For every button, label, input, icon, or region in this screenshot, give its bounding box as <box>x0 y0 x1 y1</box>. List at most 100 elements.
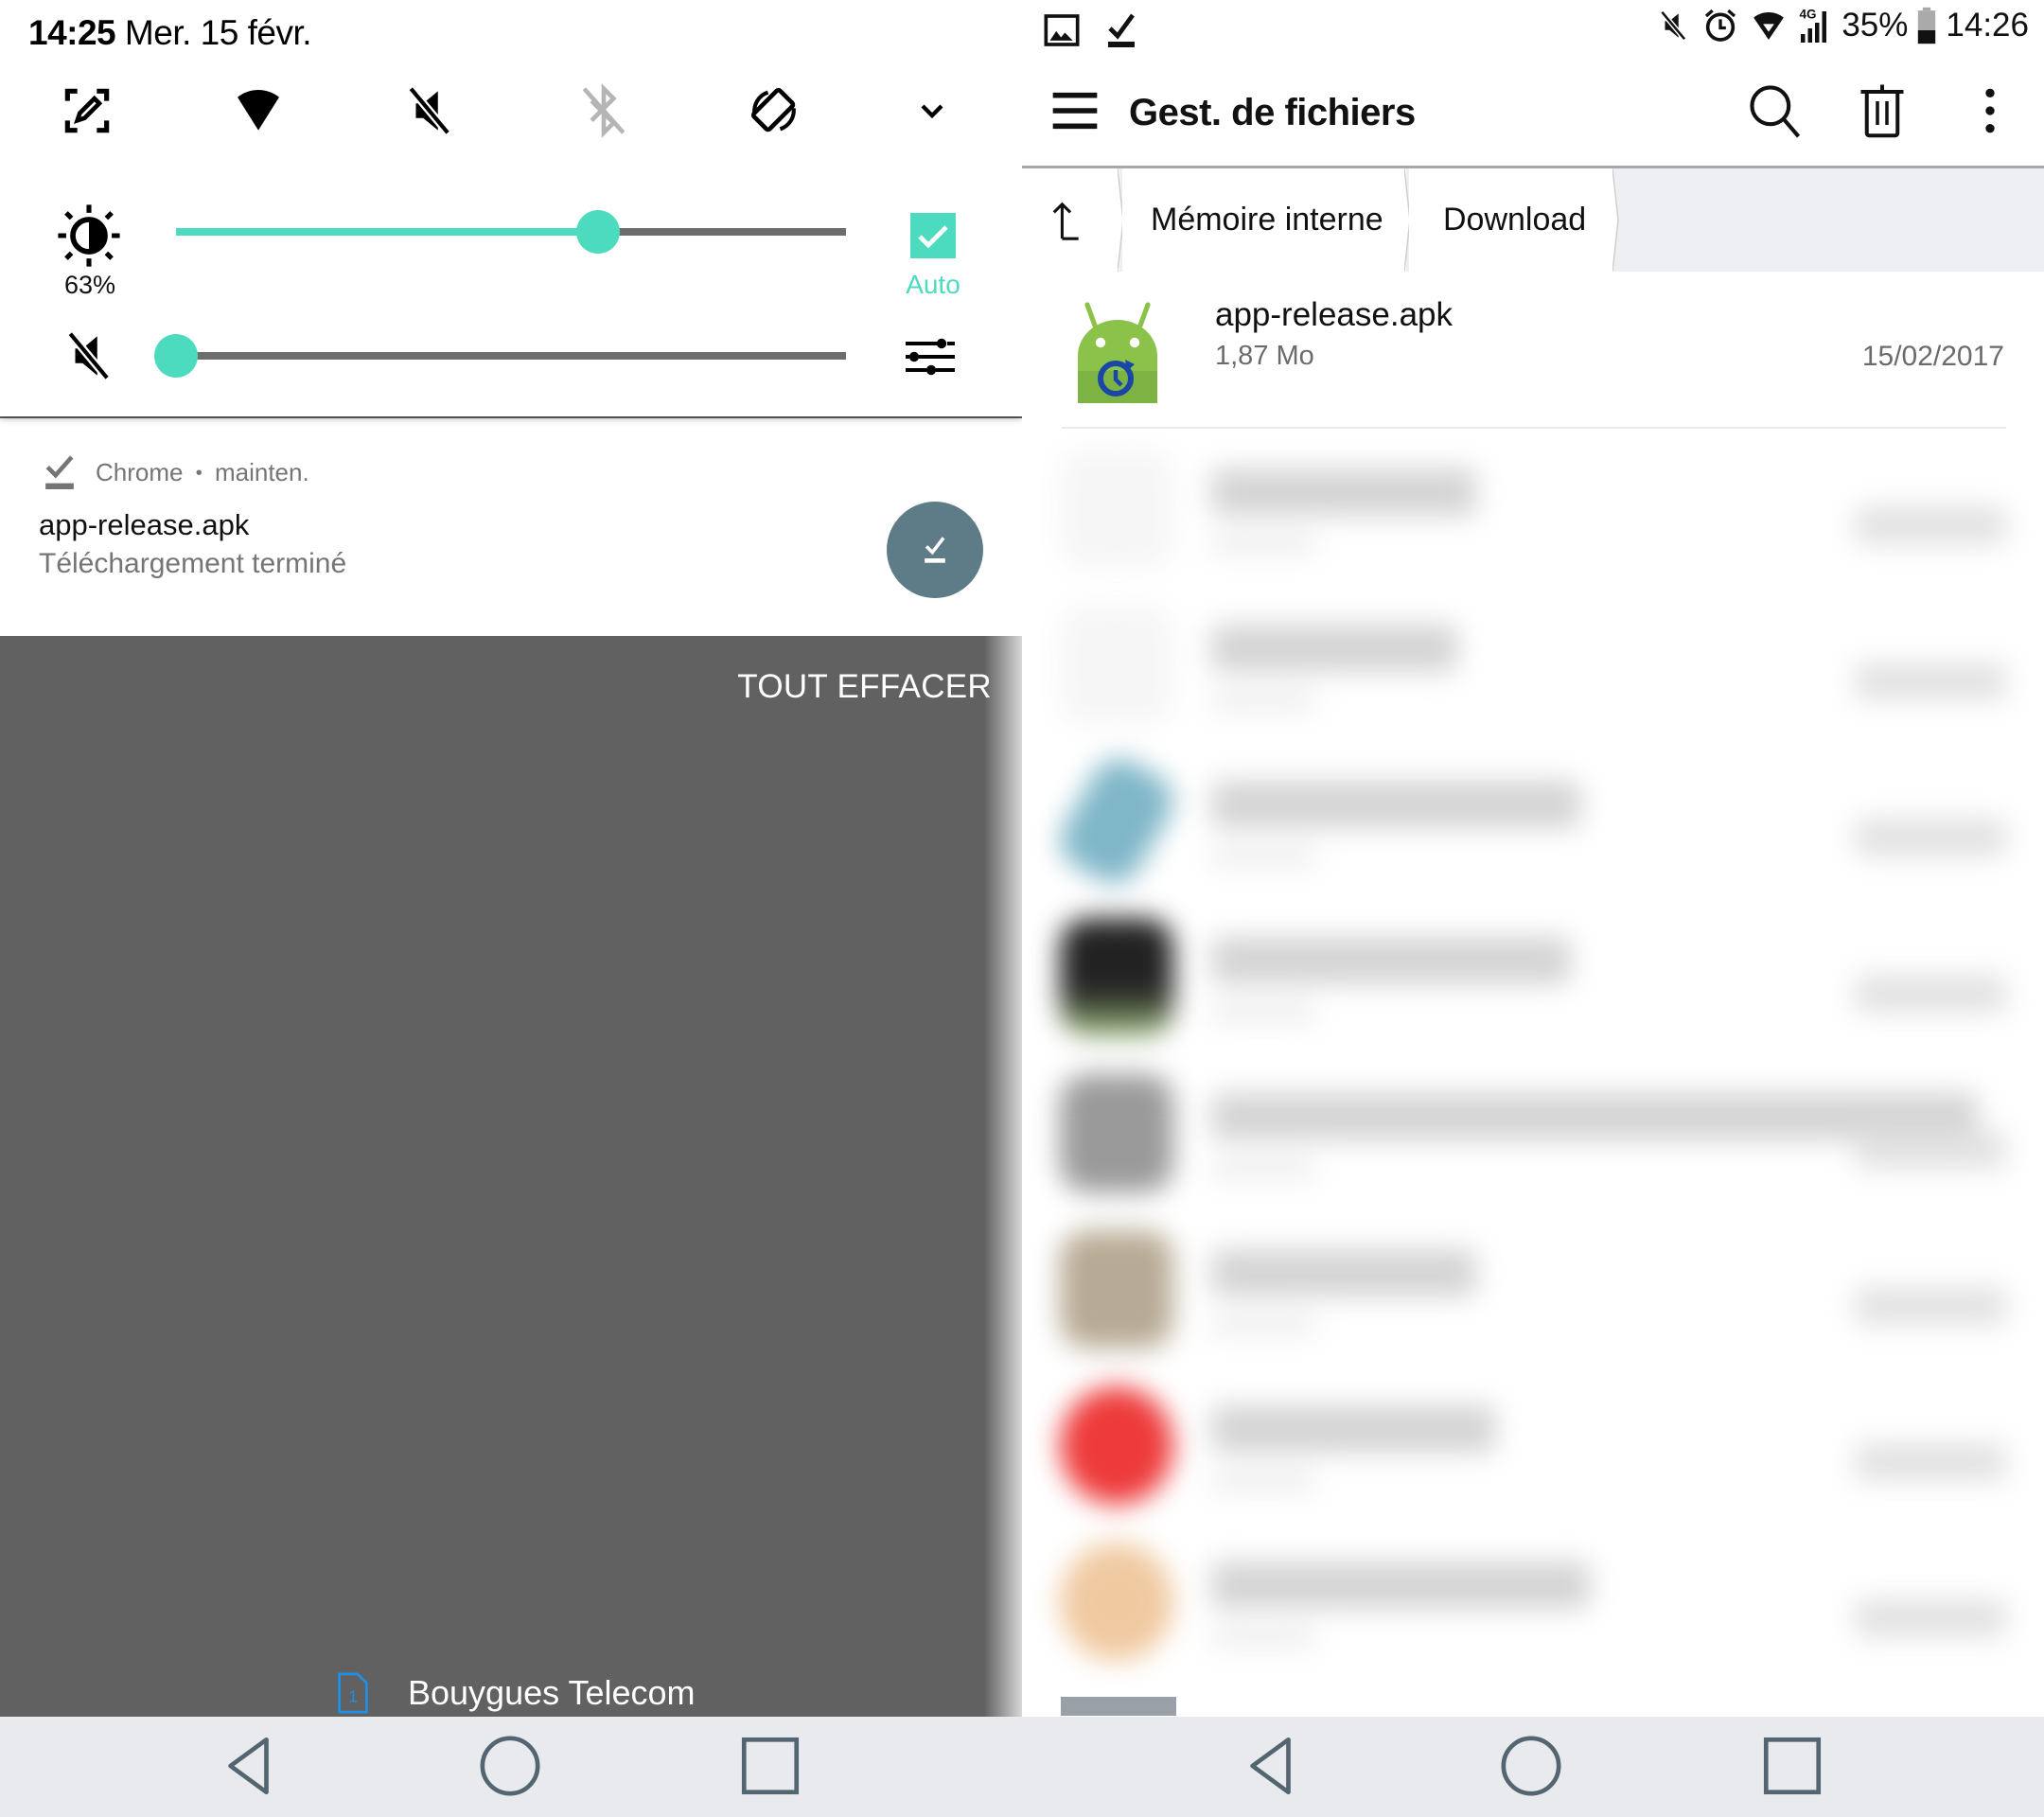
blurred-text <box>1855 1287 2006 1325</box>
carrier-name: Bouygues Telecom <box>408 1673 696 1712</box>
breadcrumb: Mémoire interne Download <box>1022 166 2044 272</box>
home-button[interactable] <box>477 1733 543 1799</box>
blurred-text <box>1211 535 1315 554</box>
blurred-file-item[interactable] <box>1022 743 2044 899</box>
network-type: 4G <box>1800 8 1817 22</box>
nav-bar <box>0 1717 1022 1817</box>
blurred-text <box>1211 781 1580 828</box>
tile-wifi[interactable] <box>225 78 291 144</box>
app-title: Gest. de fichiers <box>1129 92 1416 133</box>
file-name: app-release.apk <box>1215 296 1453 333</box>
wifi-icon <box>1753 12 1785 40</box>
status-time: 14:26 <box>1946 7 2029 44</box>
up-folder-button[interactable] <box>1022 168 1119 272</box>
notification-open-button[interactable] <box>887 502 983 598</box>
blurred-text <box>1211 691 1315 710</box>
blurred-text <box>1855 1599 2006 1637</box>
blurred-text <box>1855 819 2006 856</box>
nav-bar <box>1022 1717 2044 1817</box>
brightness-slider[interactable] <box>176 208 846 256</box>
slider-track <box>176 352 846 360</box>
blurred-file-item[interactable] <box>1022 1367 2044 1524</box>
breadcrumb-label: Mémoire interne <box>1151 202 1383 238</box>
crumb-separator <box>1612 168 1619 272</box>
blurred-file-item[interactable] <box>1022 1524 2044 1680</box>
recents-button[interactable] <box>737 1733 803 1799</box>
recents-button[interactable] <box>1759 1733 1825 1799</box>
expand-settings-button[interactable] <box>899 78 965 144</box>
blurred-file-icon <box>1060 918 1173 1036</box>
blurred-file-item[interactable] <box>1022 1055 2044 1211</box>
breadcrumb-item[interactable]: Mémoire interne <box>1122 168 1406 272</box>
slider-fill <box>176 228 599 236</box>
notification-app: Chrome <box>96 458 184 486</box>
sim-slot-number: 1 <box>348 1687 358 1706</box>
status-bar-notifications <box>1043 11 1137 49</box>
blurred-file-item[interactable] <box>1022 587 2044 743</box>
notification-subtitle: Téléchargement terminé <box>39 548 347 579</box>
notification-header: Chrome • mainten. <box>96 458 309 487</box>
blurred-text <box>1211 468 1476 516</box>
more-options-button[interactable] <box>1960 80 2020 141</box>
back-button[interactable] <box>1239 1733 1305 1799</box>
divider <box>1062 427 2006 429</box>
slider-thumb[interactable] <box>576 210 621 254</box>
blurred-file-item[interactable] <box>1022 1211 2044 1367</box>
delete-button[interactable] <box>1852 80 1912 141</box>
sound-off-icon <box>407 85 451 136</box>
breadcrumb-item-current[interactable]: Download <box>1409 168 1613 272</box>
blurred-file-icon <box>1060 1074 1173 1192</box>
gallery-icon <box>1044 14 1080 46</box>
screen-capture-icon <box>64 88 110 133</box>
volume-mute-icon[interactable] <box>61 326 119 385</box>
blurred-file-item[interactable] <box>1022 899 2044 1055</box>
home-button[interactable] <box>1498 1733 1564 1799</box>
auto-brightness-checkbox[interactable] <box>910 213 956 258</box>
signal-4g-icon: 4G <box>1800 8 1827 43</box>
tile-sound[interactable] <box>397 78 464 144</box>
blurred-text <box>1211 625 1457 672</box>
shade-date: Mer. 15 févr. <box>124 13 312 52</box>
blurred-file-item[interactable] <box>1022 431 2044 587</box>
hamburger-icon <box>1052 92 1098 130</box>
blurred-text <box>1211 1003 1315 1022</box>
file-list-item[interactable]: app-release.apk 1,87 Mo 15/02/2017 <box>1022 273 2044 429</box>
download-done-icon <box>925 537 945 563</box>
download-done-icon <box>45 455 74 489</box>
tile-bluetooth[interactable] <box>571 78 637 144</box>
download-done-icon <box>1108 13 1135 47</box>
download-notification[interactable]: Chrome • mainten. app-release.apk Téléch… <box>0 418 1022 636</box>
battery-percent: 35% <box>1841 7 1909 44</box>
sound-settings-icon[interactable] <box>904 333 960 380</box>
menu-button[interactable] <box>1045 80 1105 141</box>
bluetooth-off-icon <box>582 83 626 138</box>
blurred-text <box>1211 1472 1315 1491</box>
more-vert-icon <box>1985 88 1995 133</box>
brightness-percent: 63% <box>63 271 116 299</box>
tile-auto-rotate[interactable] <box>741 78 807 144</box>
apk-file-icon <box>1078 302 1157 403</box>
blurred-text <box>1855 662 2006 700</box>
chevron-down-icon <box>921 104 943 119</box>
notification-separator: • <box>195 463 203 484</box>
breadcrumb-label: Download <box>1443 202 1587 238</box>
search-button[interactable] <box>1745 80 1806 141</box>
clear-all-button[interactable]: TOUT EFFACER <box>737 668 992 706</box>
back-button[interactable] <box>217 1733 283 1799</box>
arrow-up-icon <box>1052 202 1079 240</box>
app-toolbar: Gest. de fichiers <box>1022 57 2044 166</box>
blurred-text <box>1211 1628 1315 1647</box>
shade-clock: 14:25 Mer. 15 févr. <box>28 13 312 53</box>
blurred-text <box>1211 1249 1476 1297</box>
sim-card-icon: 1 <box>338 1672 368 1714</box>
blurred-text <box>1211 847 1315 866</box>
blurred-file-icon <box>1060 1543 1173 1661</box>
shade-time: 14:25 <box>28 13 116 52</box>
blurred-text <box>1855 506 2006 544</box>
blurred-file-icon <box>1049 748 1184 894</box>
slider-thumb[interactable] <box>154 334 198 378</box>
blurred-text <box>1855 1131 2006 1169</box>
tile-screen-capture[interactable] <box>54 78 120 144</box>
blurred-text <box>1211 937 1571 984</box>
volume-slider[interactable] <box>154 332 846 379</box>
